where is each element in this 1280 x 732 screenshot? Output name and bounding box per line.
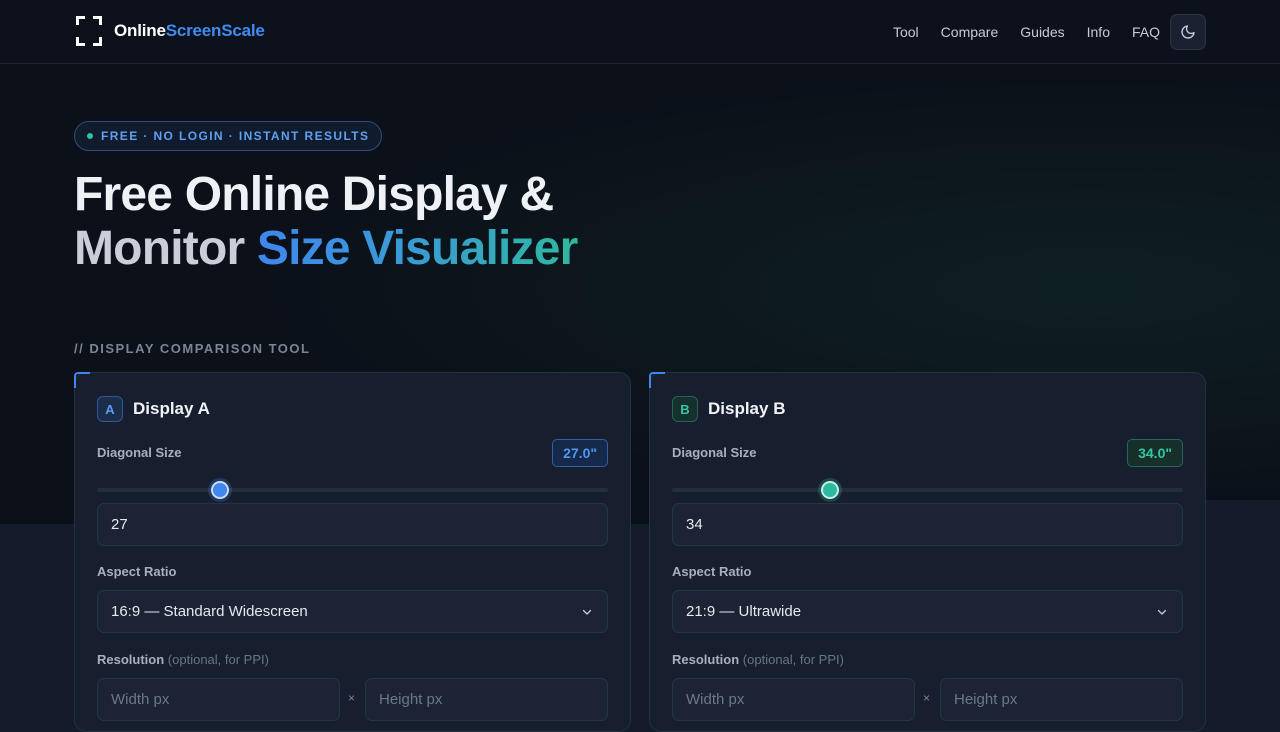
nav-faq[interactable]: FAQ	[1132, 24, 1160, 40]
page-background-strip	[1205, 500, 1280, 524]
diagonal-value-badge: 27.0"	[552, 439, 608, 467]
card-title: Display A	[133, 399, 210, 418]
card-title: Display B	[708, 399, 786, 418]
aspect-ratio-label: Aspect Ratio	[97, 564, 177, 579]
diagonal-value-badge: 34.0"	[1127, 439, 1183, 467]
nav-guides[interactable]: Guides	[1020, 24, 1064, 40]
nav-tool[interactable]: Tool	[893, 24, 919, 40]
resolution-note: (optional, for PPI)	[742, 652, 844, 667]
width-input[interactable]: Width px	[672, 678, 915, 721]
card-header: B Display B	[672, 396, 785, 422]
title-highlight: Size Visualizer	[256, 222, 578, 275]
aspect-ratio-select[interactable]: 21:9 — Ultrawide	[672, 590, 1183, 633]
times-separator: ×	[923, 691, 931, 705]
aspect-ratio-value: 21:9 — Ultrawide	[686, 603, 802, 620]
hero-badge-text: FREE · NO LOGIN · INSTANT RESULTS	[101, 129, 370, 143]
display-b-card: B Display B Diagonal Size 34.0" 34 Aspec…	[649, 372, 1206, 732]
diagonal-input[interactable]: 27	[97, 503, 608, 546]
moon-icon	[1181, 25, 1195, 39]
chevron-down-icon	[582, 609, 592, 615]
display-letter-badge: A	[97, 396, 123, 422]
display-a-card: A Display A Diagonal Size 27.0" 27 Aspec…	[74, 372, 631, 732]
logo-text: OnlineScreenScale	[114, 21, 265, 41]
section-label: // DISPLAY COMPARISON TOOL	[74, 341, 311, 356]
diagonal-slider[interactable]	[97, 481, 608, 499]
resolution-label-text: Resolution	[97, 652, 165, 667]
logo-text-part2: ScreenScale	[165, 21, 265, 40]
card-corner-accent	[649, 372, 665, 388]
diagonal-label: Diagonal Size	[97, 445, 182, 460]
display-letter-badge: B	[672, 396, 698, 422]
resolution-label: Resolution (optional, for PPI)	[672, 652, 844, 667]
hero-badge: FREE · NO LOGIN · INSTANT RESULTS	[74, 121, 383, 151]
screen-frame-icon	[76, 16, 102, 46]
title-line-2: Monitor Size Visualizer	[74, 222, 578, 276]
nav-compare[interactable]: Compare	[941, 24, 999, 40]
theme-toggle-button[interactable]	[1170, 14, 1206, 50]
chevron-down-icon	[1157, 609, 1167, 615]
diagonal-input[interactable]: 34	[672, 503, 1183, 546]
width-input[interactable]: Width px	[97, 678, 340, 721]
diagonal-slider[interactable]	[672, 481, 1183, 499]
logo-text-part1: Online	[114, 21, 166, 40]
card-header: A Display A	[97, 396, 210, 422]
site-header: OnlineScreenScale Tool Compare Guides In…	[0, 0, 1280, 64]
height-input[interactable]: Height px	[940, 678, 1183, 721]
logo[interactable]: OnlineScreenScale	[76, 16, 265, 46]
slider-thumb[interactable]	[210, 481, 229, 499]
title-line-2-plain: Monitor	[74, 222, 257, 275]
slider-thumb[interactable]	[821, 481, 840, 499]
aspect-ratio-value: 16:9 — Standard Widescreen	[111, 603, 308, 620]
diagonal-label: Diagonal Size	[672, 445, 757, 460]
aspect-ratio-select[interactable]: 16:9 — Standard Widescreen	[97, 590, 608, 633]
times-separator: ×	[348, 691, 356, 705]
aspect-ratio-label: Aspect Ratio	[672, 564, 752, 579]
resolution-label: Resolution (optional, for PPI)	[97, 652, 269, 667]
height-input[interactable]: Height px	[365, 678, 608, 721]
main-nav: Tool Compare Guides Info FAQ	[871, 0, 1160, 64]
resolution-label-text: Resolution	[672, 652, 740, 667]
page-title: Free Online Display & Monitor Size Visua…	[74, 168, 578, 276]
nav-info[interactable]: Info	[1087, 24, 1110, 40]
card-corner-accent	[74, 372, 90, 388]
resolution-note: (optional, for PPI)	[167, 652, 269, 667]
title-line-1: Free Online Display &	[74, 168, 554, 221]
status-dot-icon	[87, 133, 93, 139]
